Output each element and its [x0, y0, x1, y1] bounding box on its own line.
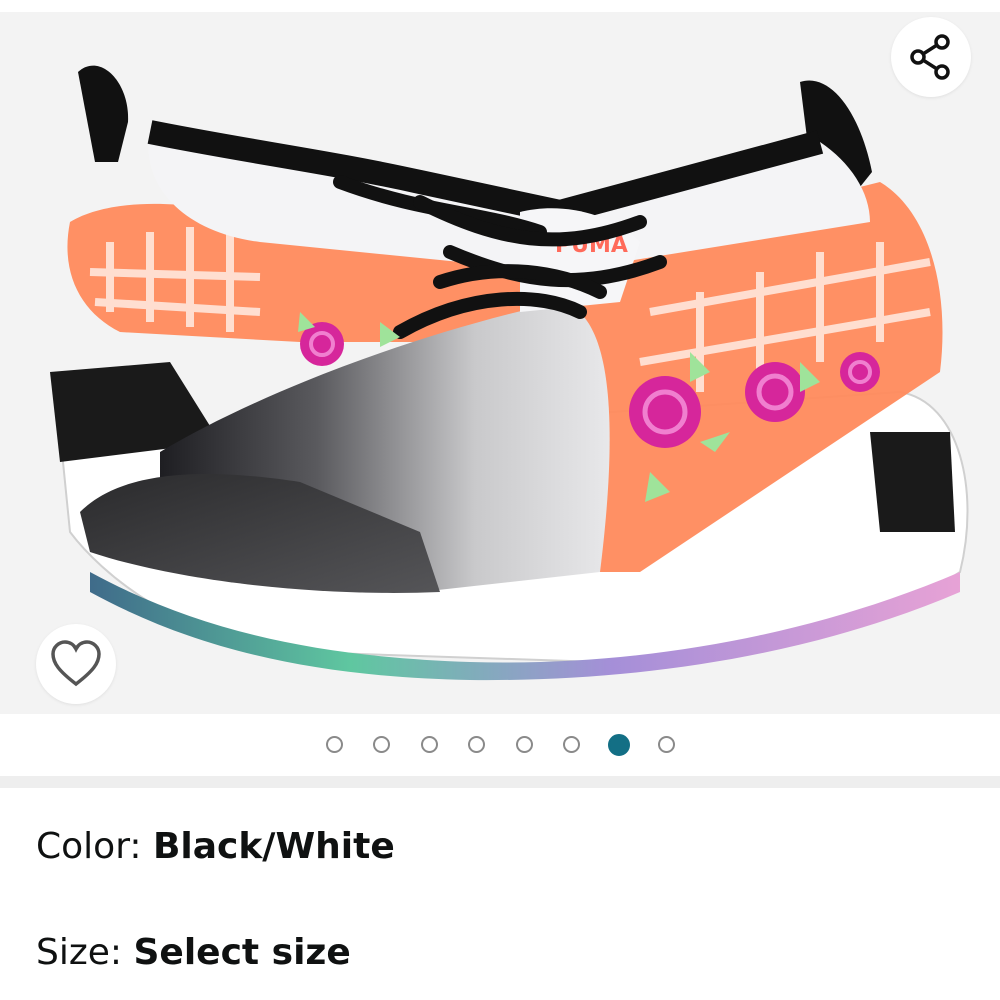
size-option[interactable]: Size: Select size [36, 932, 351, 973]
product-image: PUMA [50, 65, 969, 681]
color-label: Color: [36, 826, 153, 867]
image-pagination [0, 714, 1000, 776]
color-option[interactable]: Color: Black/White [36, 826, 395, 867]
share-button[interactable] [891, 17, 971, 97]
size-label: Size: [36, 932, 134, 973]
pagination-dot[interactable] [326, 736, 343, 753]
size-value: Select size [133, 932, 351, 973]
heart-outline-icon [51, 640, 101, 687]
pagination-dot[interactable] [421, 736, 438, 753]
share-icon [910, 34, 950, 80]
add-to-wishlist-button[interactable] [36, 624, 116, 704]
product-image-gallery[interactable]: PUMA [0, 12, 1000, 714]
pagination-dot[interactable] [468, 736, 485, 753]
top-strip [0, 0, 1000, 12]
pagination-dot[interactable] [658, 736, 675, 753]
section-divider [0, 776, 1000, 788]
pagination-dot-active[interactable] [608, 734, 630, 756]
pagination-dot[interactable] [563, 736, 580, 753]
color-value: Black/White [152, 826, 395, 867]
pagination-dot[interactable] [516, 736, 533, 753]
pagination-dot[interactable] [373, 736, 390, 753]
